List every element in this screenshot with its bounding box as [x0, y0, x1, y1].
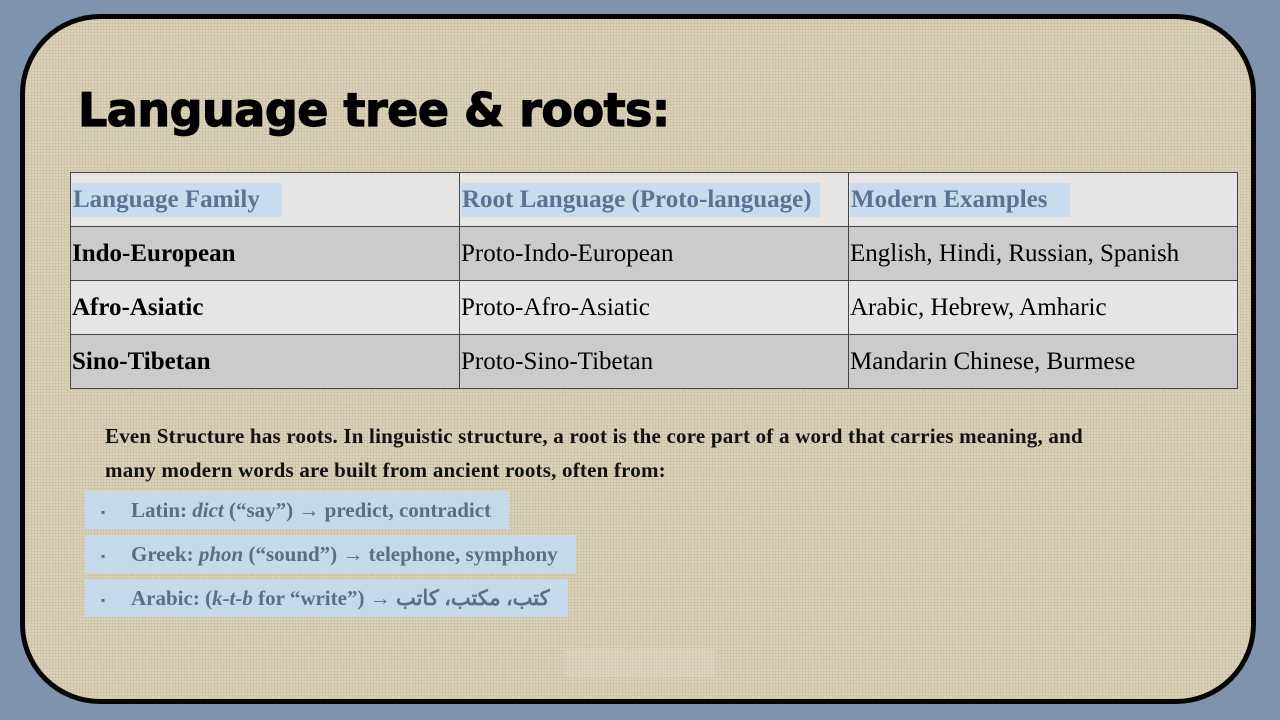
bullet-highlight: ▪ Greek: phon (“sound”) → telephone, symp…	[85, 535, 576, 573]
language-family-table: Language Family Root Language (Proto-lan…	[70, 172, 1238, 389]
bullet-square-icon: ▪	[101, 593, 106, 608]
bullet-highlight: ▪ Arabic: (k-t-b for “write”) → كتب، مكتب…	[85, 579, 568, 617]
slide-frame: Language tree & roots: Language Family R…	[20, 14, 1256, 704]
bullet-square-icon: ▪	[101, 549, 106, 564]
table-cell-family: Indo-European	[70, 226, 460, 281]
slide-title: Language tree & roots:	[77, 82, 671, 137]
bullet-highlight: ▪ Latin: dict (“say”) → predict, contradi…	[85, 491, 510, 529]
bullet-root: k-t-b	[212, 586, 253, 610]
table-row: Sino-Tibetan Proto-Sino-Tibetan Mandarin…	[70, 334, 1238, 389]
bullet-prefix: Latin:	[131, 498, 193, 522]
table-cell-examples: English, Hindi, Russian, Spanish	[848, 226, 1238, 281]
header-label: Language Family	[72, 182, 282, 217]
table-cell-root: Proto-Sino-Tibetan	[459, 334, 849, 389]
bullet-root: dict	[192, 498, 224, 522]
bullet-gloss: (“sound”) → telephone, symphony	[243, 542, 558, 566]
list-item: ▪ Latin: dict (“say”) → predict, contradi…	[85, 491, 576, 529]
table-cell-root: Proto-Indo-European	[459, 226, 849, 281]
table-cell-examples: Mandarin Chinese, Burmese	[848, 334, 1238, 389]
bullet-prefix: Greek:	[131, 542, 199, 566]
header-cell-modern-examples: Modern Examples	[848, 172, 1238, 227]
bullet-gloss: for “write”) → كتب، مكتب، كاتب	[252, 586, 550, 610]
list-item: ▪ Arabic: (k-t-b for “write”) → كتب، مكتب…	[85, 579, 576, 617]
table-row: Indo-European Proto-Indo-European Englis…	[70, 226, 1238, 281]
table-cell-examples: Arabic, Hebrew, Amharic	[848, 280, 1238, 335]
faded-placeholder	[565, 649, 715, 677]
table-row: Afro-Asiatic Proto-Afro-Asiatic Arabic, …	[70, 280, 1238, 335]
header-cell-language-family: Language Family	[70, 172, 460, 227]
table-cell-family: Sino-Tibetan	[70, 334, 460, 389]
table-cell-root: Proto-Afro-Asiatic	[459, 280, 849, 335]
bullet-square-icon: ▪	[101, 505, 106, 520]
root-examples-list: ▪ Latin: dict (“say”) → predict, contradi…	[85, 491, 576, 623]
bullet-gloss: (“say”) → predict, contradict	[223, 498, 492, 522]
bullet-root: phon	[198, 542, 244, 566]
list-item: ▪ Greek: phon (“sound”) → telephone, symp…	[85, 535, 576, 573]
header-cell-root-language: Root Language (Proto-language)	[459, 172, 849, 227]
header-label: Root Language (Proto-language)	[461, 182, 820, 217]
table-header-row: Language Family Root Language (Proto-lan…	[70, 172, 1238, 227]
bullet-prefix: Arabic: (	[131, 586, 213, 610]
table-cell-family: Afro-Asiatic	[70, 280, 460, 335]
roots-paragraph: Even Structure has roots. In linguistic …	[105, 424, 1083, 482]
header-label: Modern Examples	[850, 182, 1070, 217]
